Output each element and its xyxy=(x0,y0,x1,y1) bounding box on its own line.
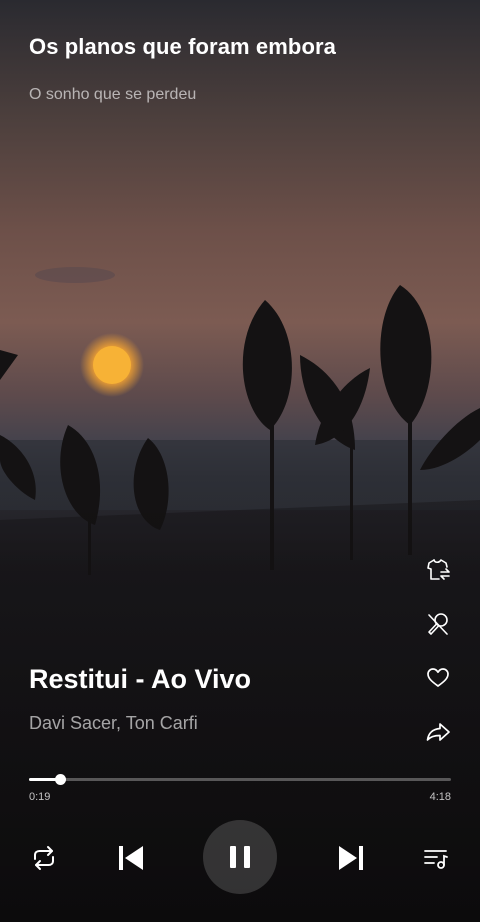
progress-thumb[interactable] xyxy=(55,774,66,785)
time-elapsed: 0:19 xyxy=(29,791,51,803)
heart-icon xyxy=(427,668,449,687)
time-total: 4:18 xyxy=(429,791,451,803)
lyric-current-line: Os planos que foram embora xyxy=(29,34,337,59)
lyrics-mic-button[interactable] xyxy=(418,604,458,644)
share-button[interactable] xyxy=(418,712,458,752)
shirt-swap-icon xyxy=(427,559,450,580)
mic-off-icon xyxy=(428,613,448,635)
lyrics-panel: Os planos que foram embora O sonho que s… xyxy=(29,34,460,104)
playback-controls xyxy=(0,820,480,894)
previous-button[interactable] xyxy=(110,837,152,879)
shirt-swap-button[interactable] xyxy=(418,550,458,590)
pause-icon xyxy=(230,846,250,868)
repeat-button[interactable] xyxy=(26,840,62,876)
like-button[interactable] xyxy=(418,658,458,698)
side-actions xyxy=(418,550,458,766)
queue-button[interactable] xyxy=(418,840,454,876)
lyric-next-line: O sonho que se perdeu xyxy=(29,86,197,103)
previous-icon xyxy=(119,846,143,870)
track-artist[interactable]: Davi Sacer, Ton Carfi xyxy=(29,713,198,734)
next-icon xyxy=(339,846,363,870)
track-title: Restitui - Ao Vivo xyxy=(29,664,252,694)
share-icon xyxy=(426,723,450,741)
pause-button[interactable] xyxy=(203,820,277,894)
progress-track xyxy=(29,778,451,781)
queue-icon xyxy=(424,850,448,869)
next-button[interactable] xyxy=(330,837,372,879)
repeat-icon xyxy=(34,846,54,870)
progress-slider[interactable] xyxy=(29,773,451,787)
